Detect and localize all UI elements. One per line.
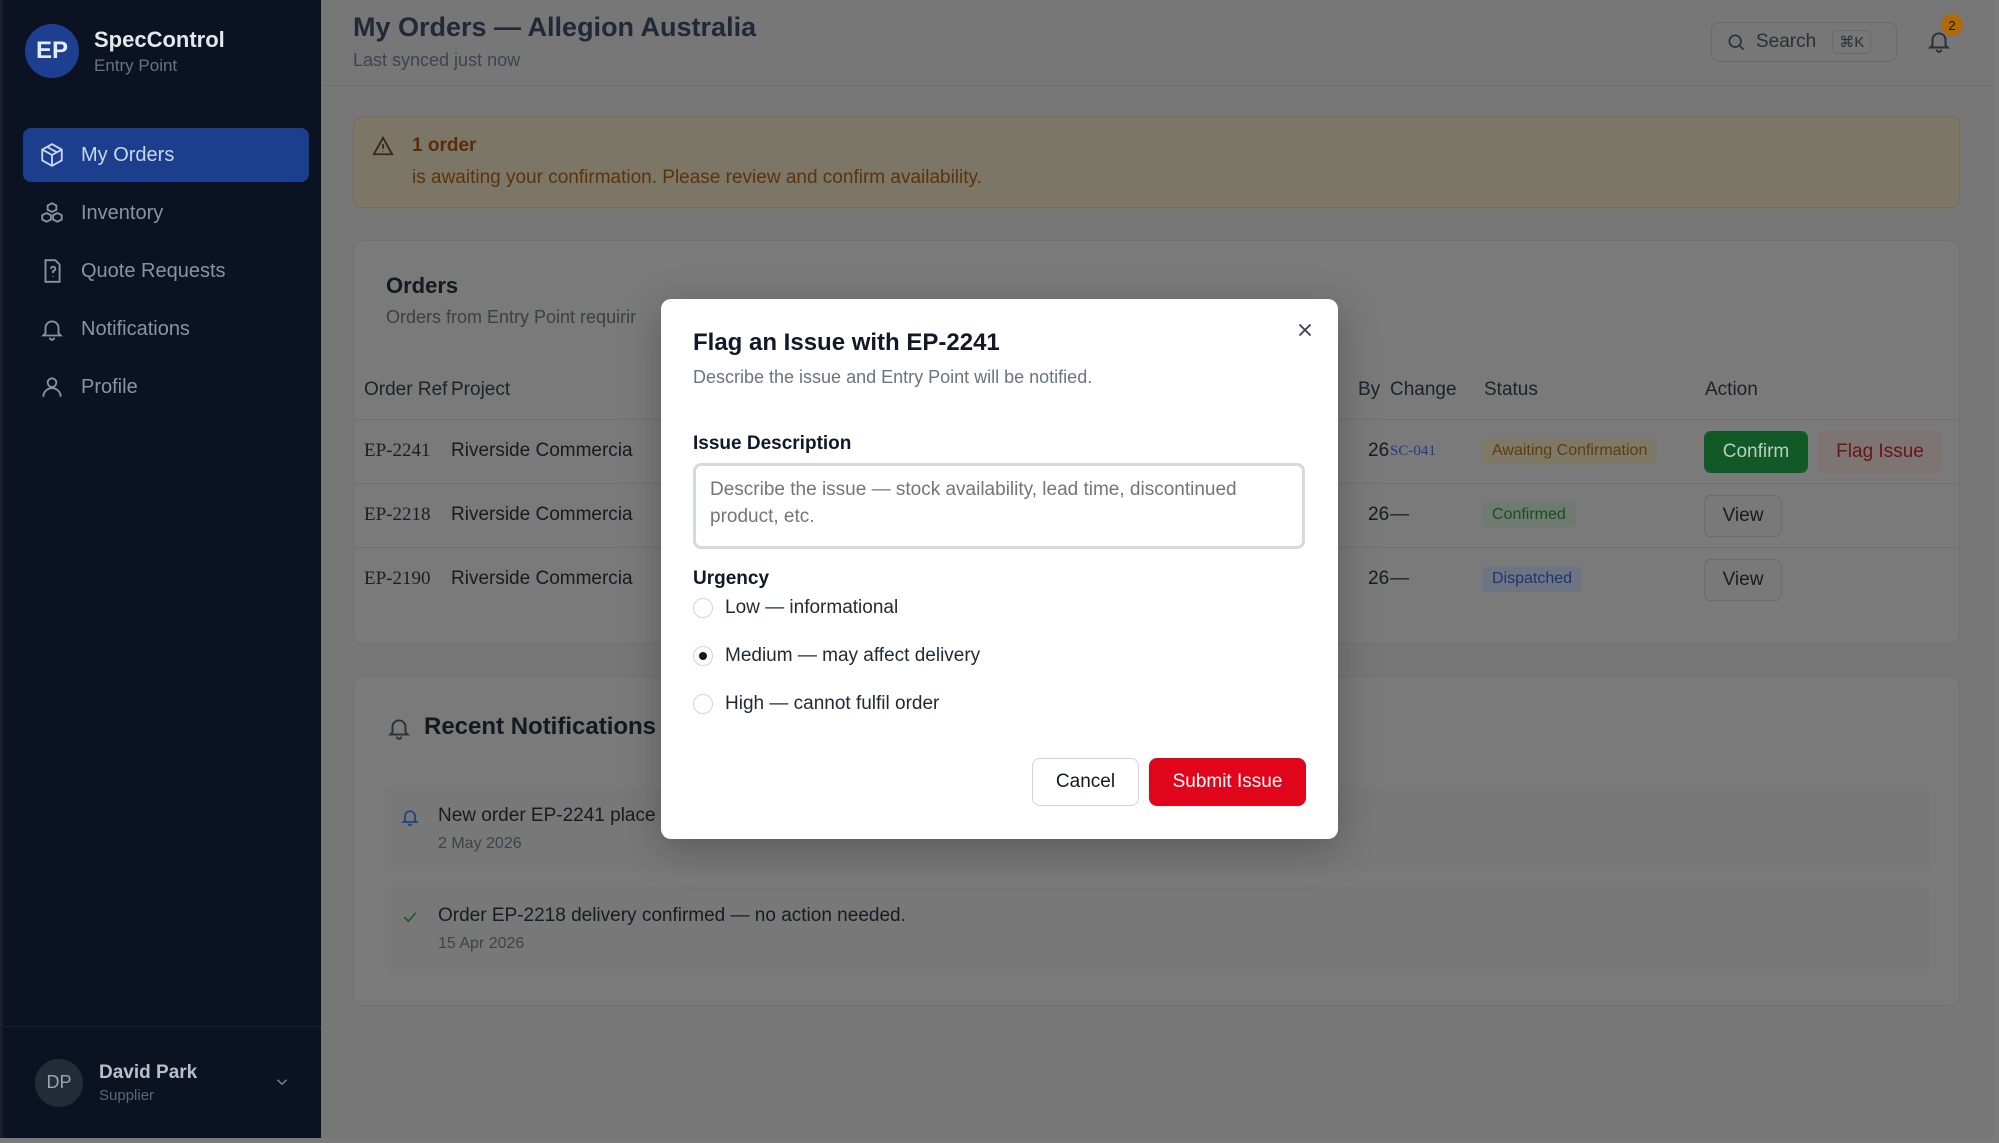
user-menu[interactable]: DP David Park Supplier xyxy=(3,1026,321,1138)
required-by: 26 xyxy=(1368,504,1390,525)
avatar: DP xyxy=(35,1058,83,1107)
chevron-down-icon[interactable] xyxy=(273,1073,291,1091)
package-icon xyxy=(41,143,63,167)
confirm-button[interactable]: Confirm xyxy=(1704,431,1808,473)
dialog-subtitle: Describe the issue and Entry Point will … xyxy=(693,367,1093,387)
confirmation-alert: 1 order is awaiting your confirmation. P… xyxy=(353,116,1960,208)
search-shortcut: ⌘K xyxy=(1832,30,1872,54)
close-icon[interactable] xyxy=(1294,319,1316,341)
status-badge: Dispatched xyxy=(1482,566,1583,592)
flag-issue-dialog: Flag an Issue with EP-2241 Describe the … xyxy=(661,299,1338,839)
search-label: Search xyxy=(1756,31,1817,52)
page-subtitle: Last synced just now xyxy=(353,50,521,70)
brand-title: SpecControl xyxy=(94,26,225,52)
change-value: — xyxy=(1390,504,1409,525)
project-name: Riverside Commercia xyxy=(451,440,633,461)
page-title: My Orders — Allegion Australia xyxy=(353,12,757,42)
sidebar-nav: My Orders Inventory Quote Requests Notif… xyxy=(23,128,309,418)
notification-count-badge: 2 xyxy=(1941,14,1963,36)
orders-subtitle: Orders from Entry Point requirir xyxy=(386,307,637,327)
issue-description-field[interactable] xyxy=(693,463,1305,549)
sidebar-item-inventory[interactable]: Inventory xyxy=(23,186,309,240)
col-header-status: Status xyxy=(1484,379,1538,400)
header: My Orders — Allegion Australia Last sync… xyxy=(321,0,1995,86)
user-role: Supplier xyxy=(99,1086,155,1104)
warning-icon xyxy=(372,135,394,156)
dialog-title: Flag an Issue with EP-2241 xyxy=(693,329,1000,356)
bell-icon xyxy=(41,320,63,341)
radio-button[interactable] xyxy=(693,694,713,714)
cancel-button[interactable]: Cancel xyxy=(1032,758,1139,806)
sidebar-item-label: Profile xyxy=(81,375,138,398)
search-button[interactable]: Search ⌘K xyxy=(1711,22,1897,62)
sidebar-item-quote-requests[interactable]: Quote Requests xyxy=(23,244,309,298)
col-header-change: Change xyxy=(1390,379,1457,400)
brand-text: SpecControl Entry Point xyxy=(94,27,225,76)
col-header-by: By xyxy=(1358,379,1381,400)
issue-description-label: Issue Description xyxy=(693,433,852,454)
brand-subtitle: Entry Point xyxy=(94,55,178,75)
order-ref: EP-2190 xyxy=(364,568,431,589)
change-link[interactable]: SC-041 xyxy=(1390,443,1436,460)
change-value: — xyxy=(1390,568,1409,589)
alert-title: 1 order xyxy=(412,135,477,156)
notification-text: New order EP-2241 place xyxy=(438,805,656,826)
status-badge: Confirmed xyxy=(1482,502,1576,528)
user-name: David Park xyxy=(99,1061,198,1083)
sidebar: EP SpecControl Entry Point My Orders Inv… xyxy=(0,0,321,1138)
sidebar-item-label: Notifications xyxy=(81,317,190,340)
notification-date: 15 Apr 2026 xyxy=(438,935,525,952)
list-item[interactable]: Order EP-2218 delivery confirmed — no ac… xyxy=(386,887,1930,971)
notification-date: 2 May 2026 xyxy=(438,835,522,852)
radio-label: High — cannot fulfil order xyxy=(725,693,940,714)
sidebar-item-my-orders[interactable]: My Orders xyxy=(23,128,309,182)
radio-button[interactable] xyxy=(693,598,713,618)
bell-icon xyxy=(401,810,419,827)
notifications-title: Recent Notifications xyxy=(424,713,657,740)
status-badge: Awaiting Confirmation xyxy=(1482,438,1658,464)
sidebar-item-label: Inventory xyxy=(81,201,164,224)
project-name: Riverside Commercia xyxy=(451,504,633,525)
order-ref: EP-2241 xyxy=(364,440,431,461)
required-by: 26 xyxy=(1368,440,1390,461)
urgency-label: Urgency xyxy=(693,568,770,589)
project-name: Riverside Commercia xyxy=(451,568,633,589)
brand[interactable]: EP SpecControl Entry Point xyxy=(25,24,225,78)
notification-text: Order EP-2218 delivery confirmed — no ac… xyxy=(438,905,906,926)
user-text: David Park Supplier xyxy=(99,1062,197,1104)
col-header-order-ref: Order Ref xyxy=(364,379,448,400)
urgency-option-high[interactable]: High — cannot fulfil order xyxy=(693,693,939,715)
check-icon xyxy=(403,912,417,923)
search-icon xyxy=(1728,34,1745,51)
radio-label: Low — informational xyxy=(725,597,899,618)
submit-issue-button[interactable]: Submit Issue xyxy=(1149,758,1306,806)
urgency-option-medium[interactable]: Medium — may affect delivery xyxy=(693,645,980,667)
orders-title: Orders xyxy=(386,273,459,298)
quote-doc-icon xyxy=(44,259,61,283)
boxes-icon xyxy=(41,202,63,223)
sidebar-item-label: Quote Requests xyxy=(81,259,226,282)
brand-logo: EP xyxy=(25,24,79,78)
view-button[interactable]: View xyxy=(1704,559,1782,601)
bell-icon xyxy=(387,719,411,740)
alert-text: is awaiting your confirmation. Please re… xyxy=(412,167,982,188)
required-by: 26 xyxy=(1368,568,1390,589)
sidebar-item-notifications[interactable]: Notifications xyxy=(23,302,309,356)
urgency-option-low[interactable]: Low — informational xyxy=(693,597,898,619)
radio-label: Medium — may affect delivery xyxy=(725,645,981,666)
radio-button-selected[interactable] xyxy=(693,646,713,666)
view-button[interactable]: View xyxy=(1704,495,1782,537)
user-icon xyxy=(42,377,62,397)
sidebar-item-profile[interactable]: Profile xyxy=(23,360,309,414)
sidebar-item-label: My Orders xyxy=(81,143,175,166)
col-header-project: Project xyxy=(451,379,511,400)
col-header-action: Action xyxy=(1705,379,1758,400)
flag-issue-button[interactable]: Flag Issue xyxy=(1818,431,1942,473)
order-ref: EP-2218 xyxy=(364,504,431,525)
